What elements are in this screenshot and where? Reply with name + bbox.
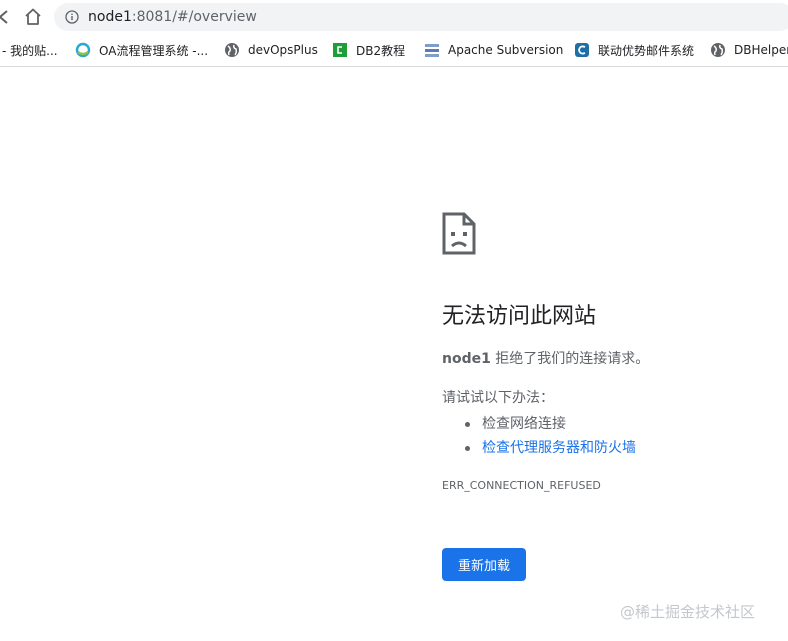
oa-logo-icon	[75, 42, 91, 58]
suggestion-check-network: 检查网络连接	[482, 416, 566, 432]
bookmark-item[interactable]: 联动优势邮件系统	[574, 34, 694, 66]
info-icon[interactable]	[65, 10, 79, 24]
error-title: 无法访问此网站	[442, 304, 597, 329]
suggestions-list: 检查网络连接 检查代理服务器和防火墙	[442, 412, 636, 460]
home-icon[interactable]	[22, 6, 44, 28]
svn-logo-icon	[425, 44, 439, 57]
sad-page-icon	[442, 212, 476, 255]
bookmark-label: OA流程管理系统 -...	[99, 43, 209, 58]
bookmark-item[interactable]: OA流程管理系统 -...	[75, 34, 208, 66]
error-host: node1	[442, 351, 491, 367]
bookmark-item[interactable]: devOpsPlus	[224, 34, 318, 66]
bookmark-label: - 我的贴...	[2, 43, 58, 58]
bookmark-item[interactable]: Apache Subversion	[424, 34, 563, 66]
back-arrow-icon[interactable]	[0, 7, 10, 27]
suggestion-item: 检查代理服务器和防火墙	[442, 436, 636, 460]
bookmark-label: DBHelper	[734, 43, 788, 57]
suggestion-check-proxy-link[interactable]: 检查代理服务器和防火墙	[482, 440, 636, 456]
bookmark-item[interactable]: - 我的贴...	[2, 34, 58, 66]
browser-toolbar: node1:8081/#/overview	[0, 0, 788, 34]
reload-button[interactable]: 重新加载	[442, 548, 526, 581]
db2-logo-icon	[333, 43, 347, 57]
bookmark-label: Apache Subversion	[448, 43, 564, 57]
error-description-text: 拒绝了我们的连接请求。	[490, 351, 650, 367]
bookmark-item[interactable]: DBHelper	[710, 34, 788, 66]
bookmark-label: devOpsPlus	[248, 43, 318, 57]
bookmarks-bar: - 我的贴... OA流程管理系统 -... devOpsPlus DB2教程 …	[0, 34, 788, 67]
suggestions-label: 请试试以下办法：	[442, 390, 554, 406]
bookmark-item[interactable]: DB2教程	[332, 34, 405, 66]
address-bar[interactable]: node1:8081/#/overview	[54, 3, 788, 31]
error-code: ERR_CONNECTION_REFUSED	[442, 479, 601, 492]
mail-logo-icon	[575, 43, 589, 57]
url-text: node1:8081/#/overview	[88, 8, 257, 26]
suggestion-item: 检查网络连接	[442, 412, 636, 436]
globe-icon	[225, 43, 239, 57]
bookmark-label: DB2教程	[356, 43, 406, 58]
url-path: :8081/#/overview	[131, 9, 257, 25]
bookmark-label: 联动优势邮件系统	[598, 43, 695, 58]
error-description: node1 拒绝了我们的连接请求。	[442, 349, 649, 369]
globe-icon	[711, 43, 725, 57]
url-host: node1	[88, 9, 132, 25]
watermark: @稀土掘金技术社区	[620, 603, 756, 621]
